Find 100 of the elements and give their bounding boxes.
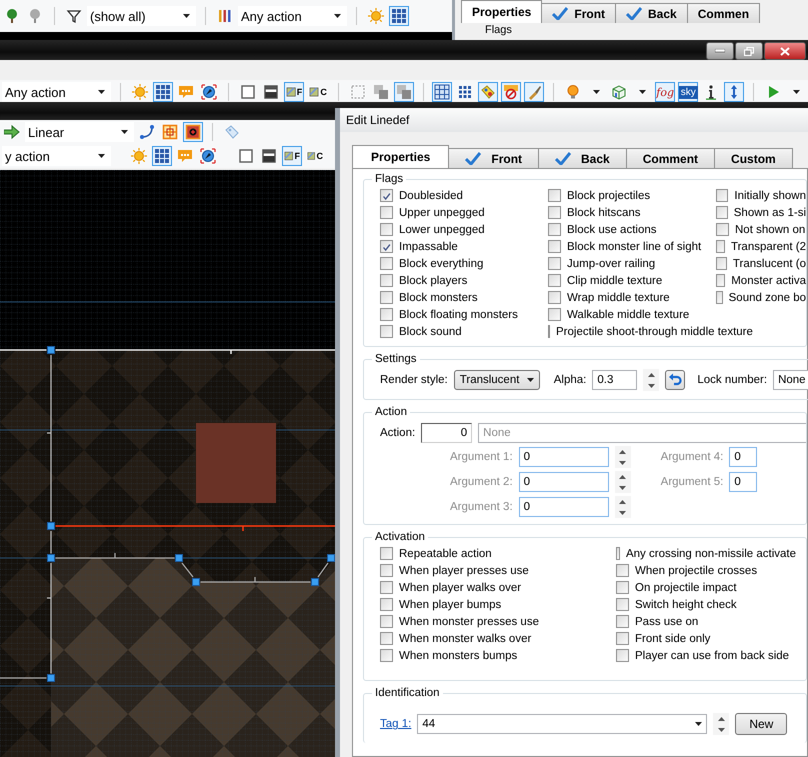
tab[interactable]: Back <box>615 3 688 23</box>
checkbox[interactable] <box>616 581 629 594</box>
checkbox[interactable] <box>380 649 393 662</box>
checkbox[interactable] <box>380 547 393 560</box>
map-line[interactable] <box>182 562 194 578</box>
tab[interactable]: Front <box>541 3 616 23</box>
checkbox[interactable] <box>716 291 723 304</box>
tag-link[interactable]: Tag 1: <box>380 718 412 730</box>
checkbox[interactable] <box>380 189 393 202</box>
checkbox-label: Block hitscans <box>567 206 641 219</box>
checkbox[interactable] <box>380 615 393 628</box>
toolbar-button[interactable] <box>198 146 218 166</box>
new-tag-button[interactable]: New <box>735 713 788 736</box>
tab[interactable]: Commen <box>686 3 760 23</box>
toolbar-button[interactable] <box>198 82 219 102</box>
checkbox[interactable] <box>380 291 393 304</box>
filter-dropdown[interactable]: (show all) <box>87 6 196 26</box>
toolbar-button[interactable]: C <box>307 82 329 102</box>
checkbox[interactable] <box>380 274 393 288</box>
checkbox[interactable] <box>380 206 393 220</box>
checkbox-label: Block monster line of sight <box>567 240 702 253</box>
tab[interactable]: Back <box>538 148 627 168</box>
checkbox[interactable] <box>616 547 620 560</box>
checkbox[interactable] <box>616 632 629 646</box>
stacked-squares-icon <box>396 84 412 100</box>
toolbar-button[interactable] <box>183 122 203 142</box>
vertex-handle[interactable] <box>327 554 335 562</box>
checkbox[interactable] <box>548 240 561 254</box>
checkbox[interactable] <box>548 291 561 304</box>
spinner-button[interactable] <box>614 446 631 468</box>
vertex-handle[interactable] <box>47 674 55 682</box>
filter-dropdown[interactable]: y action <box>2 146 111 166</box>
spinner-button[interactable] <box>713 713 730 736</box>
filter-dropdown[interactable]: Any action <box>238 6 347 26</box>
checkbox[interactable] <box>716 240 725 254</box>
vertex-handle[interactable] <box>47 346 55 354</box>
toolbar-button[interactable]: fog <box>655 82 676 102</box>
spinner-button[interactable] <box>614 471 631 494</box>
lock-number-field[interactable]: None <box>773 370 808 390</box>
map-line[interactable] <box>200 576 312 583</box>
tag-dropdown[interactable]: 44 <box>417 714 708 734</box>
checkbox[interactable] <box>716 189 728 202</box>
toolbar-button[interactable]: C <box>305 146 325 166</box>
restore-button[interactable] <box>735 42 763 60</box>
close-button[interactable] <box>764 42 806 60</box>
map-line[interactable] <box>46 562 52 674</box>
map-line[interactable] <box>54 552 176 559</box>
checkbox[interactable] <box>380 632 393 646</box>
render-style-dropdown[interactable]: Translucent <box>454 370 540 390</box>
filter-dropdown[interactable]: Linear <box>25 122 134 142</box>
checkbox[interactable] <box>716 257 727 270</box>
map-line[interactable] <box>46 354 52 522</box>
toolbar-button[interactable] <box>152 82 173 102</box>
toolbar-button[interactable]: F <box>282 146 302 166</box>
checkbox[interactable] <box>380 308 393 322</box>
checkbox[interactable] <box>616 598 629 612</box>
highlighted-line[interactable] <box>54 525 335 532</box>
tab[interactable]: Front <box>448 148 540 168</box>
checkbox[interactable] <box>716 223 729 236</box>
checkbox[interactable] <box>380 240 393 254</box>
toolbar-button[interactable] <box>432 82 452 102</box>
toolbar-button[interactable]: sky <box>678 82 698 102</box>
checkbox[interactable] <box>616 615 629 628</box>
tab[interactable]: Comment <box>626 148 716 168</box>
vertex-handle[interactable] <box>175 554 183 562</box>
tab[interactable]: Properties <box>461 0 542 23</box>
checkbox[interactable] <box>616 649 629 662</box>
toolbar-button[interactable]: F <box>284 82 304 102</box>
vertex-handle[interactable] <box>47 554 55 562</box>
map-line[interactable] <box>318 562 328 578</box>
spinner-button[interactable] <box>643 369 660 392</box>
checkbox[interactable] <box>716 274 726 288</box>
checkbox[interactable] <box>380 598 393 612</box>
minimize-button[interactable] <box>706 42 734 60</box>
checkbox[interactable] <box>716 206 728 220</box>
checkbox[interactable] <box>548 257 561 270</box>
checkbox[interactable] <box>380 257 393 270</box>
toolbar-button[interactable] <box>137 122 157 142</box>
vertex-handle[interactable] <box>311 578 319 586</box>
vertex-handle[interactable] <box>192 578 200 586</box>
map-line[interactable] <box>50 531 52 554</box>
alpha-field[interactable]: 0.3 <box>592 370 638 390</box>
tab[interactable]: Custom <box>714 148 793 168</box>
action-number-field[interactable]: 0 <box>421 423 472 444</box>
checkbox[interactable] <box>548 308 561 322</box>
reset-button[interactable] <box>665 370 686 390</box>
down-arrow-icon <box>648 384 655 388</box>
checkbox[interactable] <box>548 189 561 202</box>
checkbox[interactable] <box>380 581 393 594</box>
checkbox[interactable] <box>380 223 393 236</box>
checkbox[interactable] <box>616 564 629 578</box>
checkbox[interactable] <box>380 564 393 578</box>
tab[interactable]: Properties <box>352 145 450 168</box>
checkbox[interactable] <box>548 223 561 236</box>
spinner-button[interactable] <box>614 496 631 518</box>
checkbox[interactable] <box>548 206 561 220</box>
vertex-handle[interactable] <box>47 522 55 530</box>
checkbox[interactable] <box>548 274 561 288</box>
filter-dropdown[interactable]: Any action <box>2 82 111 102</box>
checkbox[interactable] <box>380 325 393 338</box>
